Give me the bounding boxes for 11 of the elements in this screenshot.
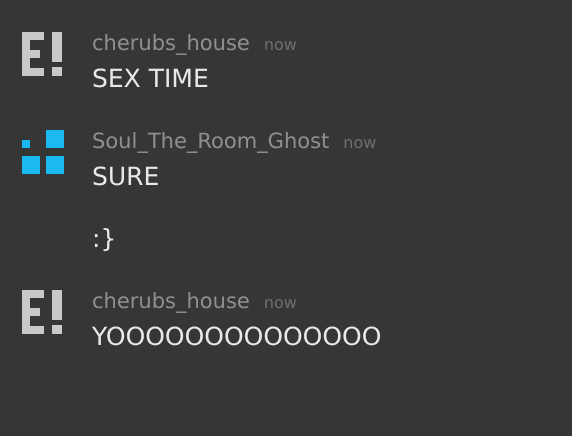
message-text: SURE <box>92 161 160 193</box>
author-name[interactable]: Soul_The_Room_Ghost <box>92 126 330 156</box>
message-text: YOOOOOOOOOOOOOO <box>92 321 382 353</box>
message-text: :} <box>92 223 118 255</box>
squares-logo-icon <box>22 130 66 174</box>
timestamp: now <box>264 34 297 56</box>
timestamp: now <box>264 292 297 314</box>
timestamp: now <box>343 132 376 154</box>
message-text: SEX TIME <box>92 63 210 95</box>
author-name[interactable]: cherubs_house <box>92 286 250 316</box>
author-name[interactable]: cherubs_house <box>92 28 250 58</box>
